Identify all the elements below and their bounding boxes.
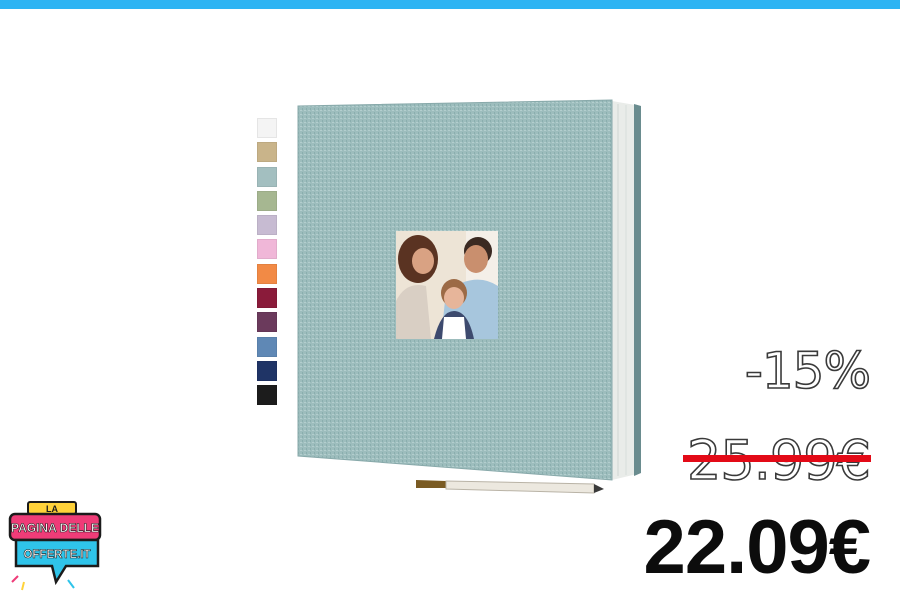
family-photo-window [396,231,498,339]
color-swatch-sage-green[interactable] [257,190,277,211]
color-swatch-burgundy[interactable] [257,288,277,309]
la-pagina-delle-offerte-logo: LA PAGINA DELLE OFFERTE.IT [8,500,103,595]
new-price: 22.09€ [643,505,871,590]
color-swatch-denim-blue[interactable] [257,336,277,357]
color-swatch-pink[interactable] [257,239,277,260]
photo-album-image [296,98,646,483]
color-swatch-light-blue[interactable] [257,166,277,187]
color-swatch-plum[interactable] [257,312,277,333]
pen-image [414,474,606,496]
old-price-strikethrough [683,455,871,462]
color-swatch-black[interactable] [257,385,277,406]
svg-text:LA: LA [46,504,58,514]
top-accent-bar [0,0,900,9]
svg-text:OFFERTE.IT: OFFERTE.IT [23,549,90,561]
color-swatch-navy[interactable] [257,360,277,381]
color-swatch-list [257,118,277,410]
svg-text:PAGINA DELLE: PAGINA DELLE [11,521,99,535]
discount-percentage: -15% [744,341,872,401]
color-swatch-lavender[interactable] [257,215,277,236]
color-swatch-orange[interactable] [257,263,277,284]
color-swatch-beige[interactable] [257,142,277,163]
color-swatch-white[interactable] [257,118,277,138]
